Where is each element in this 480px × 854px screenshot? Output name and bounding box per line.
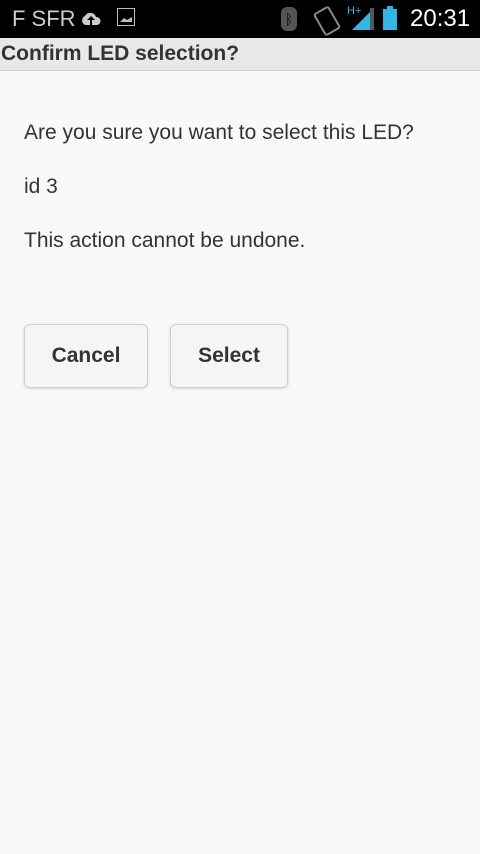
select-button[interactable]: Select [170,324,288,388]
dialog-content: Are you sure you want to select this LED… [24,118,444,280]
cloud-upload-icon [82,12,101,25]
clock: 20:31 [410,5,471,32]
confirm-message: Are you sure you want to select this LED… [24,121,414,144]
image-icon [117,8,135,26]
battery-icon [383,6,397,30]
warning-text: This action cannot be undone. [24,229,306,252]
bluetooth-icon: ᛒ [281,7,297,31]
signal-icon [352,8,374,30]
rotate-icon [312,5,342,37]
carrier-name: F SFR [12,6,76,31]
dialog-title: Confirm LED selection? [0,38,480,71]
status-bar: F SFR ᛒ H+ 20:31 [0,0,480,38]
cancel-button[interactable]: Cancel [24,324,148,388]
led-id: id 3 [24,175,58,198]
